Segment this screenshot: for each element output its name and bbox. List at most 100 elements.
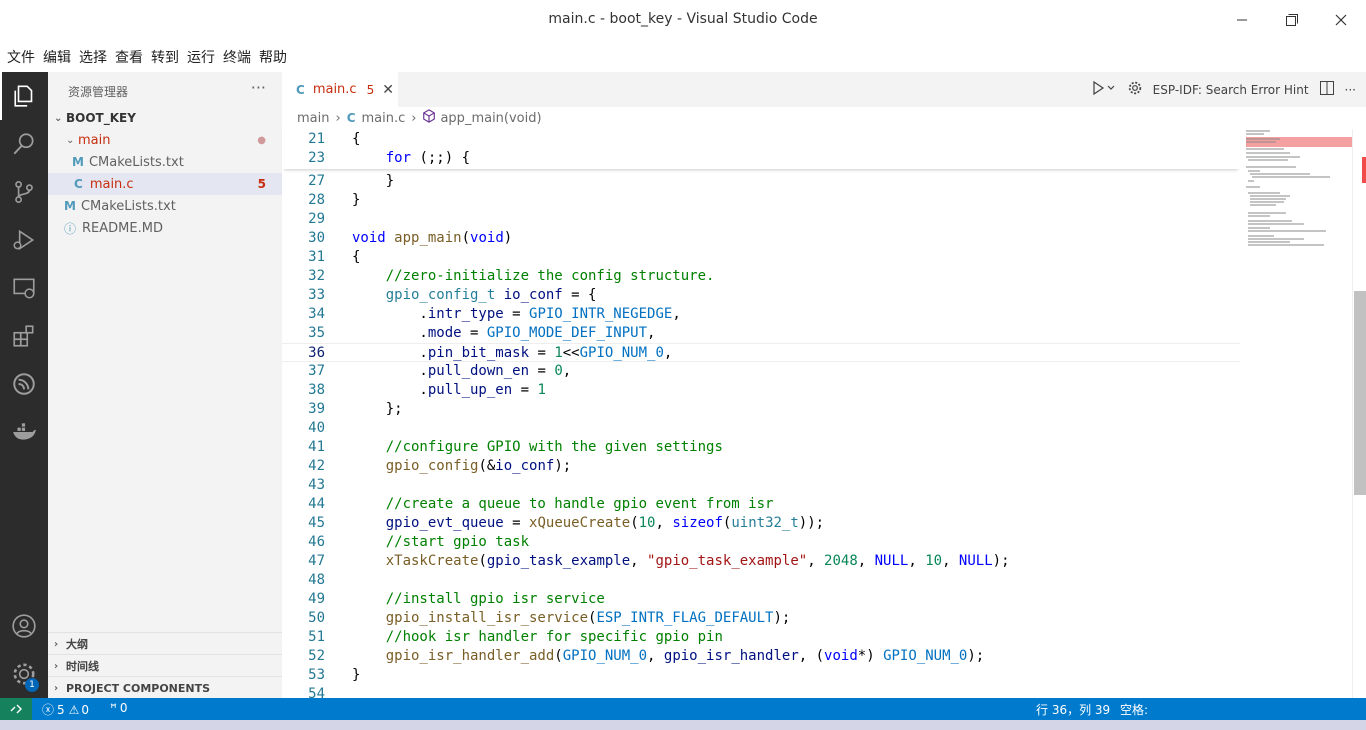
close-icon[interactable] xyxy=(1323,8,1359,32)
code-editor[interactable]: 27 } 28} 29 30 void app_main(void) 31{32 //ze… xyxy=(282,129,1240,698)
split-editor-icon[interactable] xyxy=(1319,80,1335,99)
code-text[interactable]: xTaskCreate(gpio_task_example, "gpio_tas… xyxy=(352,552,1010,571)
remote-icon[interactable] xyxy=(0,698,32,720)
code-line[interactable]: 39 }; xyxy=(282,400,1240,419)
code-line[interactable]: 27 } xyxy=(282,172,1240,191)
code-line[interactable]: 43 xyxy=(282,476,1240,495)
code-line[interactable]: 46 //start gpio task xyxy=(282,533,1240,552)
tree-item-main-folder[interactable]: ⌄ main ● xyxy=(48,129,282,151)
menu-edit[interactable]: 编辑 xyxy=(43,47,71,67)
code-line[interactable]: 29 xyxy=(282,210,1240,229)
code-text[interactable]: .pin_bit_mask = 1<<GPIO_NUM_0, xyxy=(352,344,672,363)
code-text[interactable]: //create a queue to handle gpio event fr… xyxy=(352,495,774,514)
code-line[interactable]: 45 gpio_evt_queue = xQueueCreate(10, siz… xyxy=(282,514,1240,533)
code-line[interactable]: 28} xyxy=(282,191,1240,210)
code-text[interactable]: .pull_up_en = 1 xyxy=(352,381,545,400)
search-icon[interactable] xyxy=(0,120,48,168)
menu-file[interactable]: 文件 xyxy=(7,47,35,67)
code-text[interactable]: //hook isr handler for specific gpio pin xyxy=(352,628,723,647)
code-text[interactable]: .mode = GPIO_MODE_DEF_INPUT, xyxy=(352,324,655,343)
esp-idf-search-error-hint[interactable]: ESP-IDF: Search Error Hint xyxy=(1153,83,1309,97)
code-line[interactable]: 38 .pull_up_en = 1 xyxy=(282,381,1240,400)
problems-status[interactable]: ⓧ 5 ⚠ 0 xyxy=(42,701,89,718)
code-line[interactable]: 51 //hook isr handler for specific gpio … xyxy=(282,628,1240,647)
section-project-components[interactable]: › PROJECT COMPONENTS xyxy=(48,676,282,699)
section-timeline[interactable]: › 时间线 xyxy=(48,654,282,677)
code-text[interactable]: //configure GPIO with the given settings xyxy=(352,438,723,457)
scrollbar-thumb[interactable] xyxy=(1354,291,1366,495)
code-line[interactable]: 37 .pull_down_en = 0, xyxy=(282,362,1240,381)
sticky-scroll-header[interactable]: 21 {23 for (;;) { xyxy=(282,129,1240,169)
code-line[interactable]: 41 //configure GPIO with the given setti… xyxy=(282,438,1240,457)
breadcrumb-file[interactable]: main.c xyxy=(362,111,406,126)
code-line[interactable]: 42 gpio_config(&io_conf); xyxy=(282,457,1240,476)
indentation-status[interactable]: 空格: xyxy=(1120,701,1148,718)
code-text[interactable]: //install gpio isr service xyxy=(352,590,605,609)
more-actions-icon[interactable]: ··· xyxy=(251,78,266,97)
sticky-line[interactable]: 21 { xyxy=(282,130,1240,149)
code-line[interactable]: 52 gpio_isr_handler_add(GPIO_NUM_0, gpio… xyxy=(282,647,1240,666)
code-text[interactable]: gpio_config(&io_conf); xyxy=(352,457,571,476)
code-text[interactable]: //start gpio task xyxy=(352,533,529,552)
run-debug-icon[interactable] xyxy=(0,216,48,264)
close-tab-icon[interactable]: ✕ xyxy=(382,82,394,98)
code-text[interactable]: { xyxy=(352,248,360,267)
breadcrumb-symbol[interactable]: app_main(void) xyxy=(440,111,541,126)
code-line[interactable]: 32 //zero-initialize the config structur… xyxy=(282,267,1240,286)
menu-run[interactable]: 运行 xyxy=(187,47,215,67)
code-line[interactable]: 47 xTaskCreate(gpio_task_example, "gpio_… xyxy=(282,552,1240,571)
code-text[interactable]: { xyxy=(352,130,360,149)
code-line[interactable]: 49 //install gpio isr service xyxy=(282,590,1240,609)
source-control-icon[interactable] xyxy=(0,168,48,216)
workspace-root[interactable]: ⌄ BOOT_KEY xyxy=(48,107,282,129)
menu-terminal[interactable]: 终端 xyxy=(223,47,251,67)
code-line[interactable]: 53} xyxy=(282,666,1240,685)
tree-item-cmakelists-main[interactable]: M CMakeLists.txt xyxy=(48,151,282,173)
code-text[interactable]: } xyxy=(352,191,360,210)
code-line[interactable]: 35 .mode = GPIO_MODE_DEF_INPUT, xyxy=(282,324,1240,343)
code-line[interactable]: 54 xyxy=(282,685,1240,698)
tab-main-c[interactable]: C main.c 5 ✕ xyxy=(282,72,398,107)
code-text[interactable]: //zero-initialize the config structure. xyxy=(352,267,715,286)
run-debug-dropdown-icon[interactable] xyxy=(1091,80,1117,99)
code-text[interactable]: .pull_down_en = 0, xyxy=(352,362,571,381)
code-text[interactable]: } xyxy=(352,172,394,191)
code-text[interactable]: } xyxy=(352,666,360,685)
code-line[interactable]: 44 //create a queue to handle gpio event… xyxy=(282,495,1240,514)
breadcrumb-folder[interactable]: main xyxy=(297,111,329,126)
code-line[interactable]: 30 void app_main(void) xyxy=(282,229,1240,248)
minimap[interactable] xyxy=(1240,129,1352,698)
cursor-position[interactable]: 行 36，列 39 xyxy=(1036,701,1110,718)
extensions-icon[interactable] xyxy=(0,312,48,360)
sticky-line[interactable]: 23 for (;;) { xyxy=(282,149,1240,168)
code-text[interactable]: void app_main(void) xyxy=(352,229,512,248)
code-line[interactable]: 50 gpio_install_isr_service(ESP_INTR_FLA… xyxy=(282,609,1240,628)
section-outline[interactable]: › 大纲 xyxy=(48,632,282,655)
code-line[interactable]: 36 .pin_bit_mask = 1<<GPIO_NUM_0, xyxy=(282,343,1240,362)
menu-go[interactable]: 转到 xyxy=(151,47,179,67)
code-line[interactable]: 40 xyxy=(282,419,1240,438)
code-line[interactable]: 48 xyxy=(282,571,1240,590)
menu-help[interactable]: 帮助 xyxy=(259,47,287,67)
manage-gear-icon[interactable]: 1 xyxy=(0,650,48,698)
ports-status[interactable]: ꟸ 0 xyxy=(110,701,128,715)
remote-explorer-icon[interactable] xyxy=(0,264,48,312)
code-text[interactable]: gpio_isr_handler_add(GPIO_NUM_0, gpio_is… xyxy=(352,647,985,666)
more-actions-icon[interactable]: ··· xyxy=(1345,83,1356,97)
code-text[interactable]: for (;;) { xyxy=(352,149,470,168)
tree-item-main-c[interactable]: C main.c 5 xyxy=(48,173,282,195)
gear-icon[interactable] xyxy=(1127,80,1143,99)
menu-selection[interactable]: 选择 xyxy=(79,47,107,67)
tree-item-readme[interactable]: ⓘ README.MD xyxy=(48,217,282,239)
minimize-icon[interactable] xyxy=(1224,8,1260,32)
code-text[interactable]: gpio_config_t io_conf = { xyxy=(352,286,597,305)
menu-view[interactable]: 查看 xyxy=(115,47,143,67)
maximize-icon[interactable] xyxy=(1274,8,1310,32)
esp-idf-icon[interactable] xyxy=(0,360,48,408)
code-text[interactable]: .intr_type = GPIO_INTR_NEGEDGE, xyxy=(352,305,680,324)
code-text[interactable]: gpio_install_isr_service(ESP_INTR_FLAG_D… xyxy=(352,609,791,628)
explorer-icon[interactable] xyxy=(0,72,48,120)
code-line[interactable]: 31 { xyxy=(282,248,1240,267)
docker-icon[interactable] xyxy=(0,408,48,456)
code-line[interactable]: 33 gpio_config_t io_conf = { xyxy=(282,286,1240,305)
